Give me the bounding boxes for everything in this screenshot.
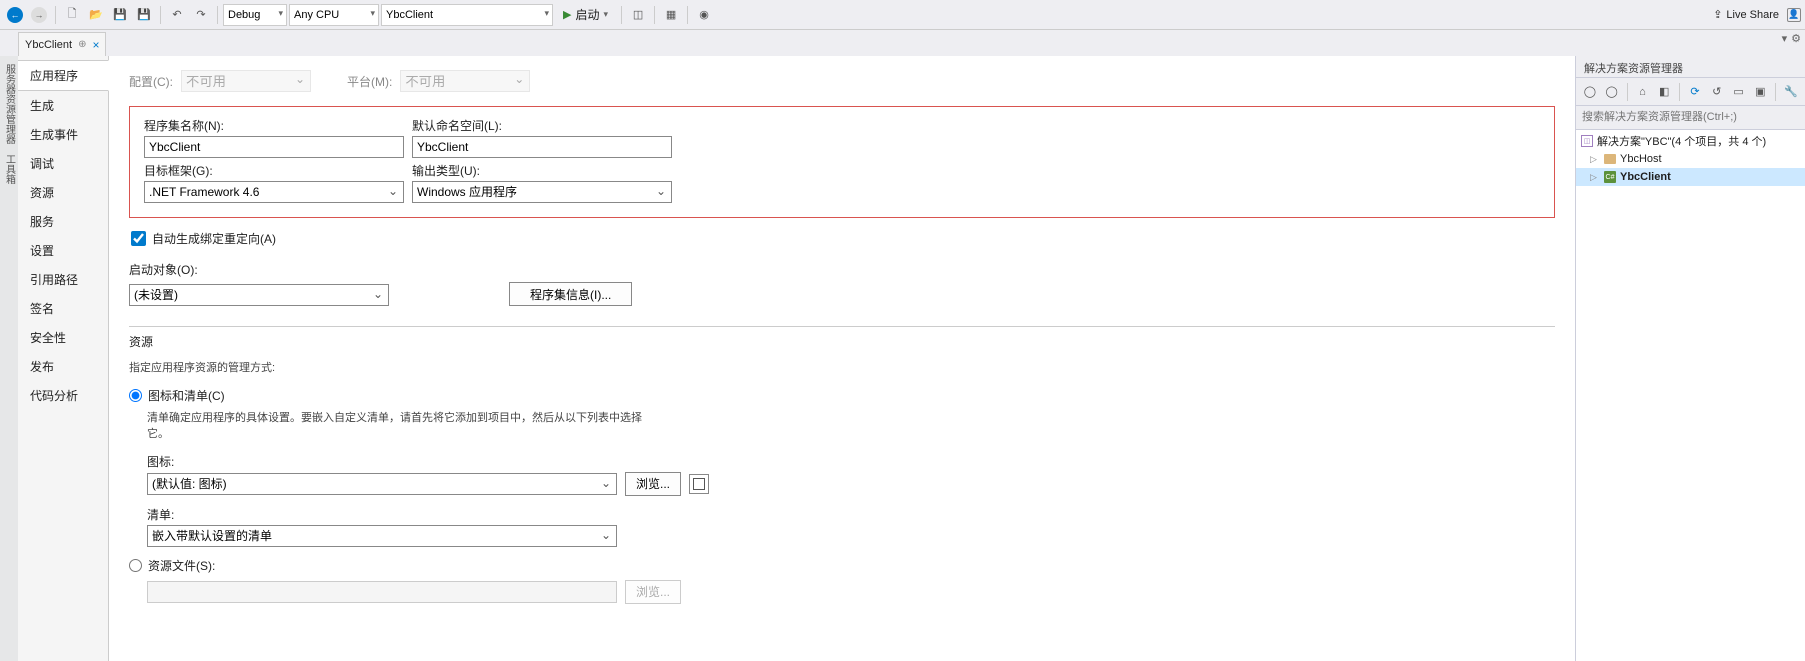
config-combo[interactable]: Debug (223, 4, 287, 26)
nav-signing[interactable]: 签名 (18, 294, 108, 323)
project-properties-editor: 应用程序 生成 生成事件 调试 资源 服务 设置 引用路径 签名 安全性 发布 … (18, 56, 1575, 661)
start-label: 启动 (575, 6, 599, 23)
icon-manifest-help: 清单确定应用程序的具体设置。要嵌入自定义清单，请首先将它添加到项目中，然后从以下… (147, 410, 647, 443)
target-framework-label: 目标框架(G): (144, 162, 404, 179)
pin-icon[interactable]: ⊕ (78, 39, 86, 50)
sol-collapse-icon[interactable]: ▭ (1729, 82, 1749, 102)
toolbar-btn-b[interactable]: ▦ (660, 4, 682, 26)
startup-object-select[interactable]: (未设置) (129, 284, 389, 306)
nav-services[interactable]: 服务 (18, 207, 108, 236)
config-label: 配置(C): (129, 73, 173, 90)
tab-dropdown-icon[interactable]: ▾ (1782, 32, 1788, 45)
share-icon: ⇪ (1713, 8, 1722, 21)
new-item-button[interactable]: 🗋 (61, 4, 83, 26)
save-all-button[interactable]: 💾 (133, 4, 155, 26)
sol-back-icon[interactable]: ◯ (1580, 82, 1600, 102)
resource-file-browse-button: 浏览... (625, 580, 681, 604)
live-share-button[interactable]: ⇪ Live Share (1707, 8, 1785, 21)
gear-icon[interactable]: ⚙ (1791, 32, 1801, 45)
highlighted-section: 程序集名称(N): 默认命名空间(L): 目标框架(G): .NET Frame… (129, 106, 1555, 218)
toolbar-btn-a[interactable]: ◫ (627, 4, 649, 26)
save-button[interactable]: 💾 (109, 4, 131, 26)
assembly-name-label: 程序集名称(N): (144, 117, 404, 134)
nav-app[interactable]: 应用程序 (18, 60, 109, 91)
sol-home-icon[interactable]: ⌂ (1633, 82, 1653, 102)
solution-explorer-title: 解决方案资源管理器 (1576, 56, 1805, 78)
platform-combo[interactable]: Any CPU (289, 4, 379, 26)
resources-help: 指定应用程序资源的管理方式: (129, 360, 629, 377)
properties-side-nav: 应用程序 生成 生成事件 调试 资源 服务 设置 引用路径 签名 安全性 发布 … (18, 56, 108, 661)
manifest-label: 清单: (147, 506, 1555, 523)
sol-refresh-icon[interactable]: ⟳ (1685, 82, 1705, 102)
nav-back-button[interactable]: ← (4, 4, 26, 26)
nav-forward-button[interactable]: → (28, 4, 50, 26)
nav-analysis[interactable]: 代码分析 (18, 381, 108, 410)
assembly-info-button[interactable]: 程序集信息(I)... (509, 282, 632, 306)
default-namespace-input[interactable] (412, 136, 672, 158)
platform-label: 平台(M): (347, 73, 392, 90)
default-namespace-label: 默认命名空间(L): (412, 117, 672, 134)
sol-showall-icon[interactable]: ▣ (1750, 82, 1770, 102)
nav-debug[interactable]: 调试 (18, 149, 108, 178)
platform-select: 不可用 (400, 70, 530, 92)
auto-binding-label: 自动生成绑定重定向(A) (152, 230, 276, 247)
solution-tree: ◫ 解决方案"YBC"(4 个项目，共 4 个) ▷ YbcHost ▷ C# … (1576, 130, 1805, 661)
main-toolbar: ← → 🗋 📂 💾 💾 ↶ ↷ Debug Any CPU YbcClient … (0, 0, 1805, 30)
undo-button[interactable]: ↶ (166, 4, 188, 26)
sol-properties-icon[interactable]: 🔧 (1781, 82, 1801, 102)
chevron-right-icon[interactable]: ▷ (1590, 172, 1600, 183)
nav-security[interactable]: 安全性 (18, 323, 108, 352)
startup-object-label: 启动对象(O): (129, 261, 389, 278)
icon-select[interactable]: (默认值: 图标) (147, 473, 617, 495)
nav-publish[interactable]: 发布 (18, 352, 108, 381)
resource-file-radio-label: 资源文件(S): (148, 557, 215, 574)
config-select: 不可用 (181, 70, 311, 92)
tree-solution-node[interactable]: ◫ 解决方案"YBC"(4 个项目，共 4 个) (1576, 132, 1805, 150)
left-tab-2[interactable]: 工具箱 (2, 154, 17, 184)
manifest-select[interactable]: 嵌入带默认设置的清单 (147, 525, 617, 547)
toolbar-btn-c[interactable]: ◉ (693, 4, 715, 26)
icon-preview (689, 474, 709, 494)
left-toolwindow-strip[interactable]: 服务器资源管理器 工具箱 (0, 56, 18, 661)
nav-buildevents[interactable]: 生成事件 (18, 120, 108, 149)
properties-body: 配置(C): 不可用 平台(M): 不可用 程序集名称(N): 默认命名空间(L… (108, 56, 1575, 661)
solution-search-input[interactable] (1582, 108, 1799, 126)
resource-file-input (147, 581, 617, 603)
nav-build[interactable]: 生成 (18, 91, 108, 120)
sol-switch-icon[interactable]: ◧ (1654, 82, 1674, 102)
startup-project-combo[interactable]: YbcClient (381, 4, 553, 26)
play-icon: ▶ (563, 8, 571, 21)
profile-icon[interactable]: 👤 (1787, 8, 1801, 22)
assembly-name-input[interactable] (144, 136, 404, 158)
sol-sync-icon[interactable]: ↺ (1707, 82, 1727, 102)
target-framework-select[interactable]: .NET Framework 4.6 (144, 181, 404, 203)
main-region: 服务器资源管理器 工具箱 应用程序 生成 生成事件 调试 资源 服务 设置 引用… (0, 56, 1805, 661)
nav-resources[interactable]: 资源 (18, 178, 108, 207)
left-tab-1[interactable]: 服务器资源管理器 (2, 64, 17, 144)
resources-group-title: 资源 (129, 333, 1555, 350)
start-debug-button[interactable]: ▶ 启动 ▾ (555, 4, 616, 26)
redo-button[interactable]: ↷ (190, 4, 212, 26)
resource-file-radio[interactable] (129, 559, 142, 572)
output-type-label: 输出类型(U): (412, 162, 672, 179)
open-file-button[interactable]: 📂 (85, 4, 107, 26)
sol-fwd-icon[interactable]: ◯ (1602, 82, 1622, 102)
icon-manifest-radio[interactable] (129, 389, 142, 402)
close-icon[interactable]: × (92, 38, 99, 52)
icon-label: 图标: (147, 453, 1555, 470)
chevron-right-icon[interactable]: ▷ (1590, 154, 1600, 165)
solution-search[interactable] (1576, 106, 1805, 130)
tree-project-ybcclient[interactable]: ▷ C# YbcClient (1576, 168, 1805, 186)
output-type-select[interactable]: Windows 应用程序 (412, 181, 672, 203)
icon-browse-button[interactable]: 浏览... (625, 472, 681, 496)
auto-binding-checkbox[interactable] (131, 231, 146, 246)
nav-refpaths[interactable]: 引用路径 (18, 265, 108, 294)
icon-manifest-radio-label: 图标和清单(C) (148, 387, 225, 404)
document-tab-strip: YbcClient ⊕ × ▾ ⚙ (0, 30, 1805, 56)
solution-explorer-panel: 解决方案资源管理器 ◯ ◯ ⌂ ◧ ⟳ ↺ ▭ ▣ 🔧 ◫ 解决方案"YBC"(… (1575, 56, 1805, 661)
tree-project-ybchost[interactable]: ▷ YbcHost (1576, 150, 1805, 168)
doc-tab-ybcclient[interactable]: YbcClient ⊕ × (18, 32, 106, 56)
nav-settings[interactable]: 设置 (18, 236, 108, 265)
solution-explorer-toolbar: ◯ ◯ ⌂ ◧ ⟳ ↺ ▭ ▣ 🔧 (1576, 78, 1805, 106)
